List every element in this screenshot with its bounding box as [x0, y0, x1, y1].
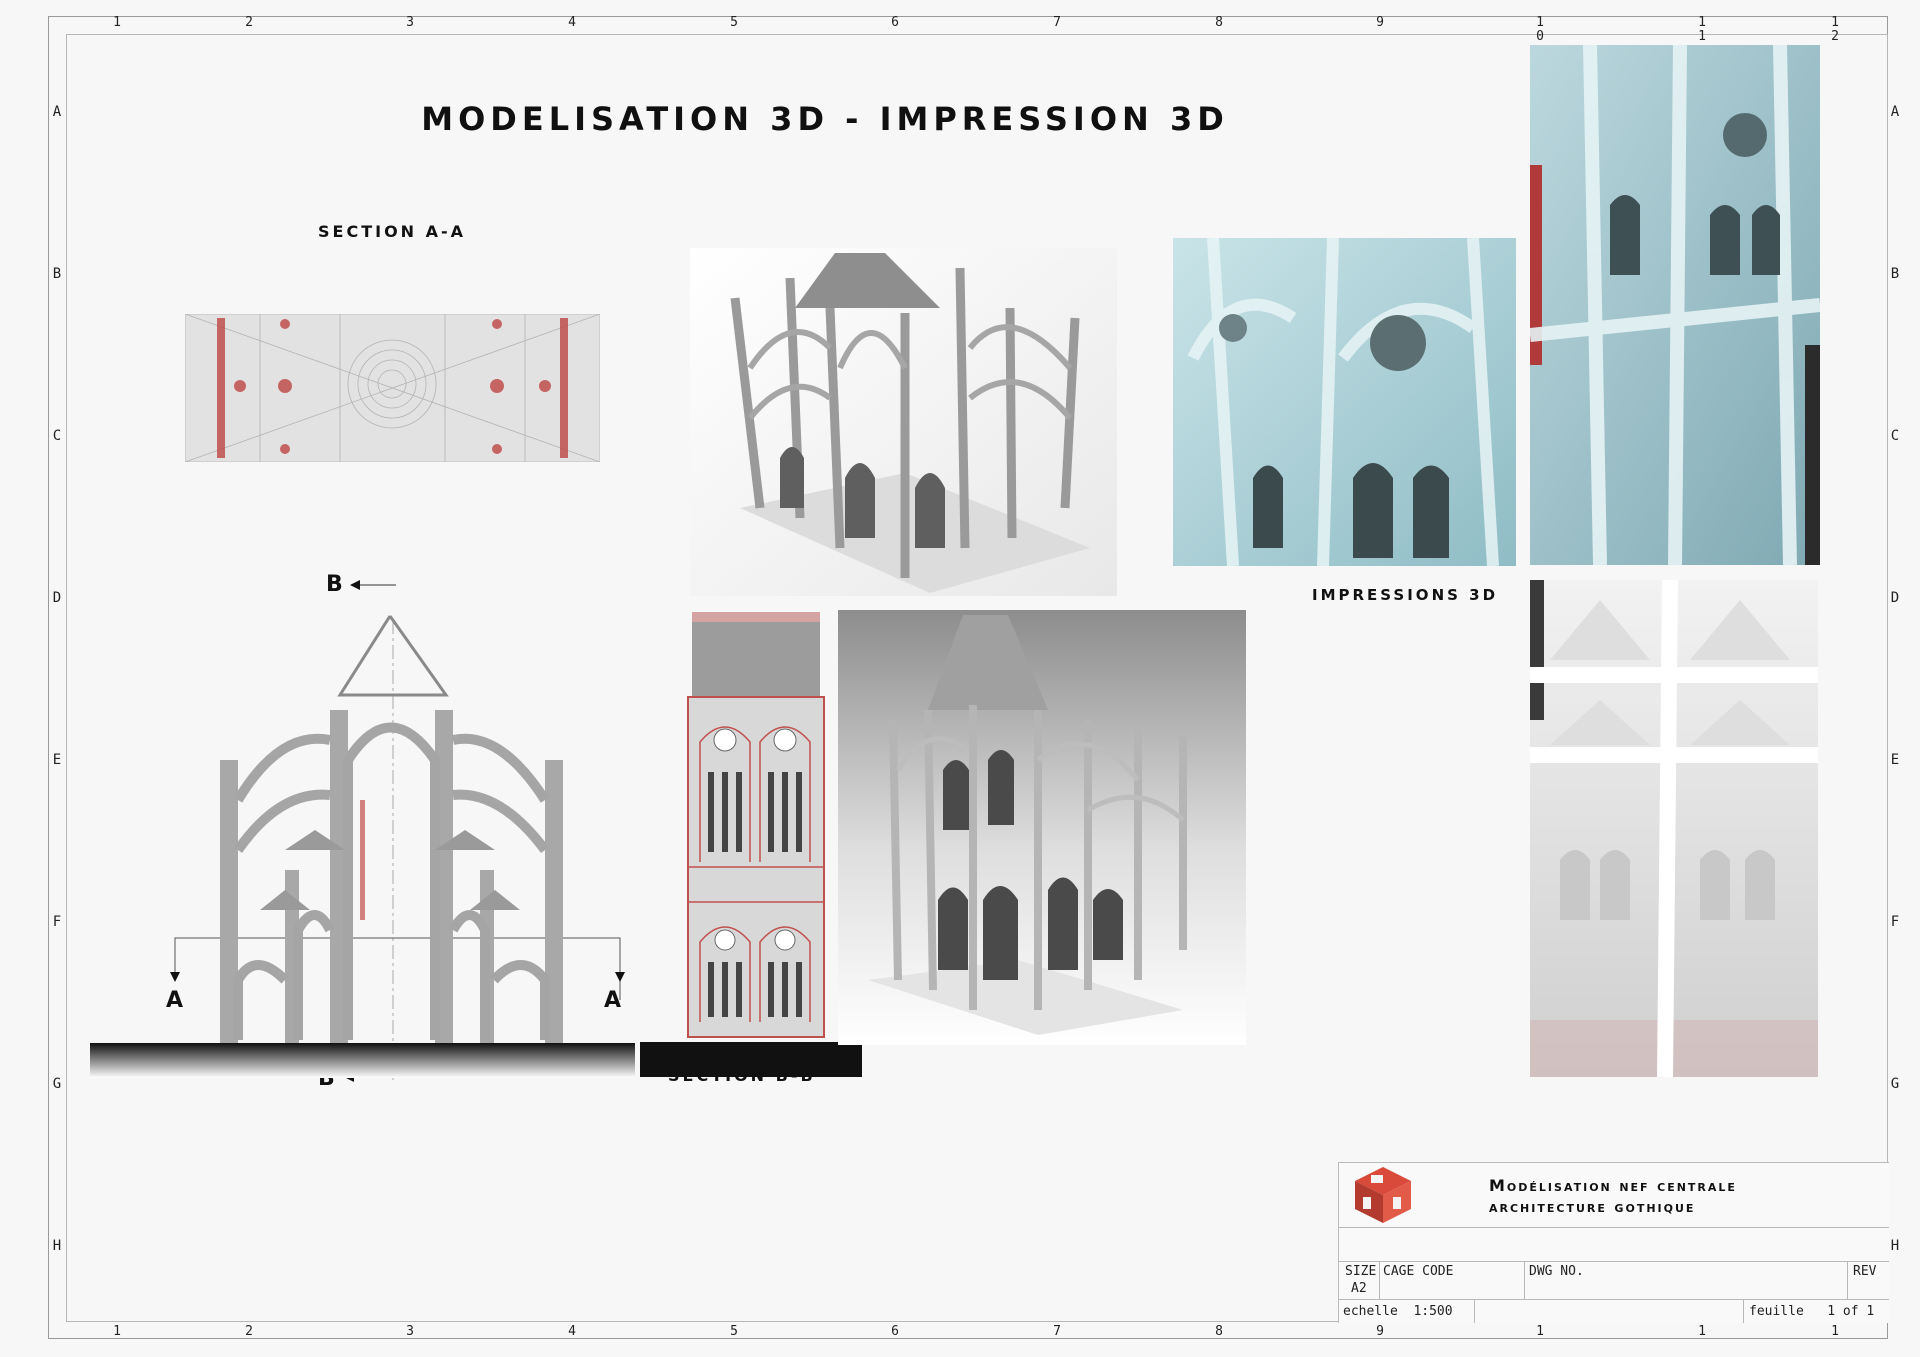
- print-photo-bottom-right: [1530, 580, 1818, 1077]
- title-block-divider: [1339, 1227, 1889, 1228]
- zone-col-12: 12: [1831, 15, 1839, 44]
- zone-row-e: E: [52, 752, 62, 768]
- title-block-divider: [1474, 1299, 1475, 1323]
- zone-row-h: H: [52, 1238, 62, 1254]
- section-bb-elevation: [90, 615, 635, 1080]
- zone-col-6: 6: [891, 15, 899, 30]
- zone-col-7: 7: [1053, 15, 1061, 30]
- title-block: Modélisation nef centrale architecture g…: [1338, 1162, 1889, 1323]
- title-block-divider: [1339, 1261, 1889, 1262]
- dwg-no-label: DWG NO.: [1529, 1264, 1584, 1279]
- title-block-divider: [1847, 1261, 1848, 1299]
- cage-code-label: CAGE CODE: [1383, 1264, 1454, 1279]
- zone-col-5: 5: [730, 15, 738, 30]
- rev-label: REV: [1853, 1264, 1877, 1279]
- title-block-divider: [1524, 1261, 1525, 1299]
- model-render-bottom: [838, 610, 1246, 1045]
- zone-col-4-bottom: 4: [568, 1324, 576, 1339]
- zone-col-4: 4: [568, 15, 576, 30]
- size-label: SIZE: [1345, 1264, 1377, 1279]
- zone-row-f: F: [52, 914, 62, 930]
- zone-col-3: 3: [406, 15, 414, 30]
- zone-col-1: 1: [113, 15, 121, 30]
- sheet-field: feuille 1 of 1: [1749, 1304, 1875, 1319]
- impressions-label: IMPRESSIONS 3D: [1312, 586, 1499, 604]
- zone-col-8-bottom: 8: [1215, 1324, 1223, 1339]
- zone-col-5-bottom: 5: [730, 1324, 738, 1339]
- section-bb-label: SECTION B-B: [668, 1066, 816, 1085]
- zone-row-d: D: [52, 590, 62, 606]
- size-value: A2: [1351, 1281, 1367, 1296]
- cube-logo-icon: [1355, 1167, 1411, 1223]
- zone-row-c: C: [52, 428, 62, 444]
- zone-row-d-right: D: [1890, 590, 1900, 606]
- zone-col-2-bottom: 2: [245, 1324, 253, 1339]
- zone-row-a: A: [52, 104, 62, 120]
- zone-row-b-right: B: [1890, 266, 1900, 282]
- project-title: Modélisation nef centrale architecture g…: [1489, 1176, 1737, 1216]
- zone-col-1-bottom: 1: [113, 1324, 121, 1339]
- zone-row-g: G: [52, 1076, 62, 1092]
- zone-col-9-bottom: 9: [1376, 1324, 1384, 1339]
- zone-row-c-right: C: [1890, 428, 1900, 444]
- scale-field: echelle 1:500: [1343, 1304, 1453, 1319]
- zone-col-11: 11: [1698, 15, 1706, 44]
- section-aa-plan: [185, 314, 600, 462]
- zone-col-3-bottom: 3: [406, 1324, 414, 1339]
- section-b-marker-top: B: [326, 572, 343, 597]
- zone-row-b: B: [52, 266, 62, 282]
- sheet-title: MODELISATION 3D - IMPRESSION 3D: [421, 100, 1229, 138]
- zone-col-12-bottom: 1: [1831, 1324, 1839, 1339]
- zone-row-f-right: F: [1890, 914, 1900, 930]
- title-block-divider: [1379, 1261, 1380, 1299]
- zone-row-e-right: E: [1890, 752, 1900, 768]
- section-aa-label: SECTION A-A: [318, 222, 467, 241]
- zone-row-g-right: G: [1890, 1076, 1900, 1092]
- title-block-divider: [1339, 1299, 1889, 1300]
- zone-col-9: 9: [1376, 15, 1384, 30]
- print-photo-top-right: [1530, 45, 1820, 565]
- zone-row-a-right: A: [1890, 104, 1900, 120]
- zone-col-10: 10: [1536, 15, 1544, 44]
- zone-col-7-bottom: 7: [1053, 1324, 1061, 1339]
- model-render-top: [690, 248, 1117, 596]
- zone-col-8: 8: [1215, 15, 1223, 30]
- arrow-left-icon: [350, 580, 396, 590]
- zone-col-11-bottom: 1: [1698, 1324, 1706, 1339]
- print-photo-cyan: [1173, 238, 1516, 566]
- title-block-divider: [1743, 1299, 1744, 1323]
- zone-col-10-bottom: 1: [1536, 1324, 1544, 1339]
- section-bb-facade: [640, 612, 862, 1077]
- zone-col-6-bottom: 6: [891, 1324, 899, 1339]
- zone-col-2: 2: [245, 15, 253, 30]
- zone-row-h-right: H: [1890, 1238, 1900, 1254]
